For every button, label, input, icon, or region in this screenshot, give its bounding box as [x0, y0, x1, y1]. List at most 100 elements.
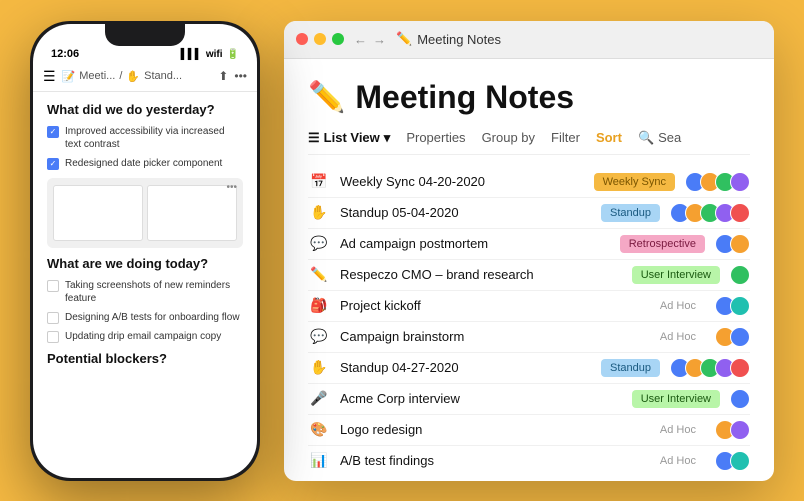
list-icon: ☰: [308, 130, 320, 146]
row-tag: Retrospective: [620, 235, 705, 253]
breadcrumb-sep: /: [119, 70, 122, 82]
more-icon[interactable]: •••: [234, 69, 247, 83]
row-icon: 🎨: [308, 421, 330, 438]
table-row[interactable]: 💬 Ad campaign postmortem Retrospective: [308, 229, 750, 260]
row-title: Standup 05-04-2020: [340, 205, 591, 220]
row-avatars: [730, 389, 750, 409]
avatar: [730, 203, 750, 223]
row-title: Acme Corp interview: [340, 391, 622, 406]
row-title: Ad campaign postmortem: [340, 236, 610, 251]
table-container: 📅Weekly Sync 04-20-2020Weekly Sync✋Stand…: [308, 167, 750, 471]
phone-notch: [105, 24, 185, 46]
window-nav-buttons: ← →: [354, 32, 386, 47]
checkbox-3[interactable]: [47, 280, 59, 292]
phone-content: What did we do yesterday? ✓ Improved acc…: [33, 92, 257, 478]
row-tag: User Interview: [632, 390, 720, 408]
phone-checked-2: ✓ Redesigned date picker component: [47, 157, 243, 170]
checkbox-5[interactable]: [47, 331, 59, 343]
checkbox-4[interactable]: [47, 312, 59, 324]
minimize-button[interactable]: [314, 33, 326, 45]
table-row[interactable]: 📅Weekly Sync 04-20-2020Weekly Sync: [308, 167, 750, 198]
table-row[interactable]: ✋ Standup 05-04-2020 Standup: [308, 198, 750, 229]
row-icon: 📊: [308, 452, 330, 469]
table-row[interactable]: 💬Campaign brainstormAd Hoc: [308, 322, 750, 353]
row-tag: Ad Hoc: [651, 452, 705, 470]
table-row[interactable]: ✏️Respeczo CMO – brand researchUser Inte…: [308, 260, 750, 291]
preview-box-1: [53, 185, 143, 241]
phone-unchecked-3: Updating drip email campaign copy: [47, 330, 243, 343]
avatar: [730, 234, 750, 254]
wifi-icon: wifi: [206, 49, 223, 60]
properties-button[interactable]: Properties: [406, 130, 465, 145]
close-button[interactable]: [296, 33, 308, 45]
phone: 12:06 ▌▌▌ wifi 🔋 ☰ 📝 Meeti... / ✋ Stand.…: [30, 21, 260, 481]
row-title: Logo redesign: [340, 422, 641, 437]
table-row[interactable]: 📊A/B test findingsAd Hoc: [308, 446, 750, 471]
page-title-row: ✏️ Meeting Notes: [308, 79, 750, 116]
avatar: [730, 420, 750, 440]
preview-dots[interactable]: •••: [226, 182, 237, 193]
table-row[interactable]: 🎤 Acme Corp interview User Interview: [308, 384, 750, 415]
row-tag: Standup: [601, 204, 660, 222]
desktop-window: ← → ✏️ Meeting Notes ✏️ Meeting Notes ☰ …: [284, 21, 774, 481]
phone-breadcrumb: 📝 Meeti... / ✋ Stand...: [62, 70, 213, 83]
filter-label: Filter: [551, 130, 580, 145]
row-tag: Ad Hoc: [651, 421, 705, 439]
avatar: [730, 358, 750, 378]
search-label: Sea: [658, 130, 681, 145]
maximize-button[interactable]: [332, 33, 344, 45]
search-icon: 🔍: [638, 130, 654, 146]
window-title-emoji: ✏️: [396, 31, 412, 47]
window-title: ✏️ Meeting Notes: [396, 31, 501, 47]
sort-button[interactable]: Sort: [596, 130, 622, 145]
table-row[interactable]: ✋Standup 04-27-2020Standup: [308, 353, 750, 384]
list-view-label: List View: [324, 130, 380, 145]
avatar: [730, 265, 750, 285]
row-title: Campaign brainstorm: [340, 329, 641, 344]
row-avatars: [715, 451, 750, 471]
row-icon: 💬: [308, 328, 330, 345]
window-content: ✏️ Meeting Notes ☰ List View ▾ Propertie…: [284, 59, 774, 481]
window-controls: [296, 33, 344, 45]
row-avatars: [715, 327, 750, 347]
scene: 12:06 ▌▌▌ wifi 🔋 ☰ 📝 Meeti... / ✋ Stand.…: [0, 0, 804, 501]
filter-button[interactable]: Filter: [551, 130, 580, 145]
checked-text-1: Improved accessibility via increased tex…: [65, 125, 243, 151]
list-view-button[interactable]: ☰ List View ▾: [308, 130, 390, 146]
row-tag: Ad Hoc: [651, 297, 705, 315]
forward-icon[interactable]: →: [373, 32, 386, 47]
row-title: Standup 04-27-2020: [340, 360, 591, 375]
phone-unchecked-2: Designing A/B tests for onboarding flow: [47, 311, 243, 324]
phone-checked-1: ✓ Improved accessibility via increased t…: [47, 125, 243, 151]
checked-text-2: Redesigned date picker component: [65, 157, 222, 170]
table-row[interactable]: 🎨 Logo redesign Ad Hoc: [308, 415, 750, 446]
back-icon[interactable]: ←: [354, 32, 367, 47]
table-row[interactable]: 🎒Project kickoffAd Hoc: [308, 291, 750, 322]
row-icon: 🎤: [308, 390, 330, 407]
group-by-button[interactable]: Group by: [482, 130, 535, 145]
share-icon[interactable]: ⬆: [218, 69, 228, 83]
row-avatars: [715, 420, 750, 440]
phone-section1-title: What did we do yesterday?: [47, 102, 243, 117]
window-title-text: Meeting Notes: [417, 32, 501, 47]
avatar: [730, 451, 750, 471]
row-avatars: [685, 172, 750, 192]
row-title: Respeczo CMO – brand research: [340, 267, 622, 282]
row-icon: ✋: [308, 204, 330, 221]
page-title-emoji: ✏️: [308, 80, 345, 115]
chevron-down-icon: ▾: [384, 130, 391, 146]
checkbox-2[interactable]: ✓: [47, 158, 59, 170]
group-by-label: Group by: [482, 130, 535, 145]
search-button[interactable]: 🔍 Sea: [638, 130, 681, 146]
row-tag: Weekly Sync: [594, 173, 675, 191]
checkbox-1[interactable]: ✓: [47, 126, 59, 138]
row-avatars: [730, 265, 750, 285]
preview-box-2: [147, 185, 237, 241]
row-icon: 💬: [308, 235, 330, 252]
toolbar-row: ☰ List View ▾ Properties Group by Filter…: [308, 130, 750, 155]
breadcrumb-label-1: Meeti...: [79, 70, 115, 82]
properties-label: Properties: [406, 130, 465, 145]
unchecked-text-3: Updating drip email campaign copy: [65, 330, 221, 343]
unchecked-text-1: Taking screenshots of new reminders feat…: [65, 279, 243, 305]
hamburger-icon[interactable]: ☰: [43, 68, 56, 85]
